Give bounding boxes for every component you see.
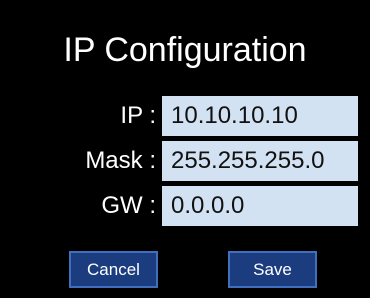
ip-configuration-dialog: IP Configuration IP : Mask : GW : Cancel…: [0, 0, 370, 298]
gateway-input[interactable]: [162, 186, 358, 226]
gateway-label: GW :: [101, 192, 156, 219]
dialog-title: IP Configuration: [63, 31, 307, 69]
save-button[interactable]: Save: [228, 251, 317, 288]
gateway-row: GW :: [0, 186, 370, 226]
mask-input[interactable]: [162, 141, 358, 181]
ip-input[interactable]: [162, 96, 358, 136]
mask-label: Mask :: [85, 147, 156, 174]
ip-row: IP :: [0, 96, 370, 136]
cancel-button[interactable]: Cancel: [69, 251, 158, 288]
mask-row: Mask :: [0, 141, 370, 181]
ip-label: IP :: [120, 102, 156, 129]
